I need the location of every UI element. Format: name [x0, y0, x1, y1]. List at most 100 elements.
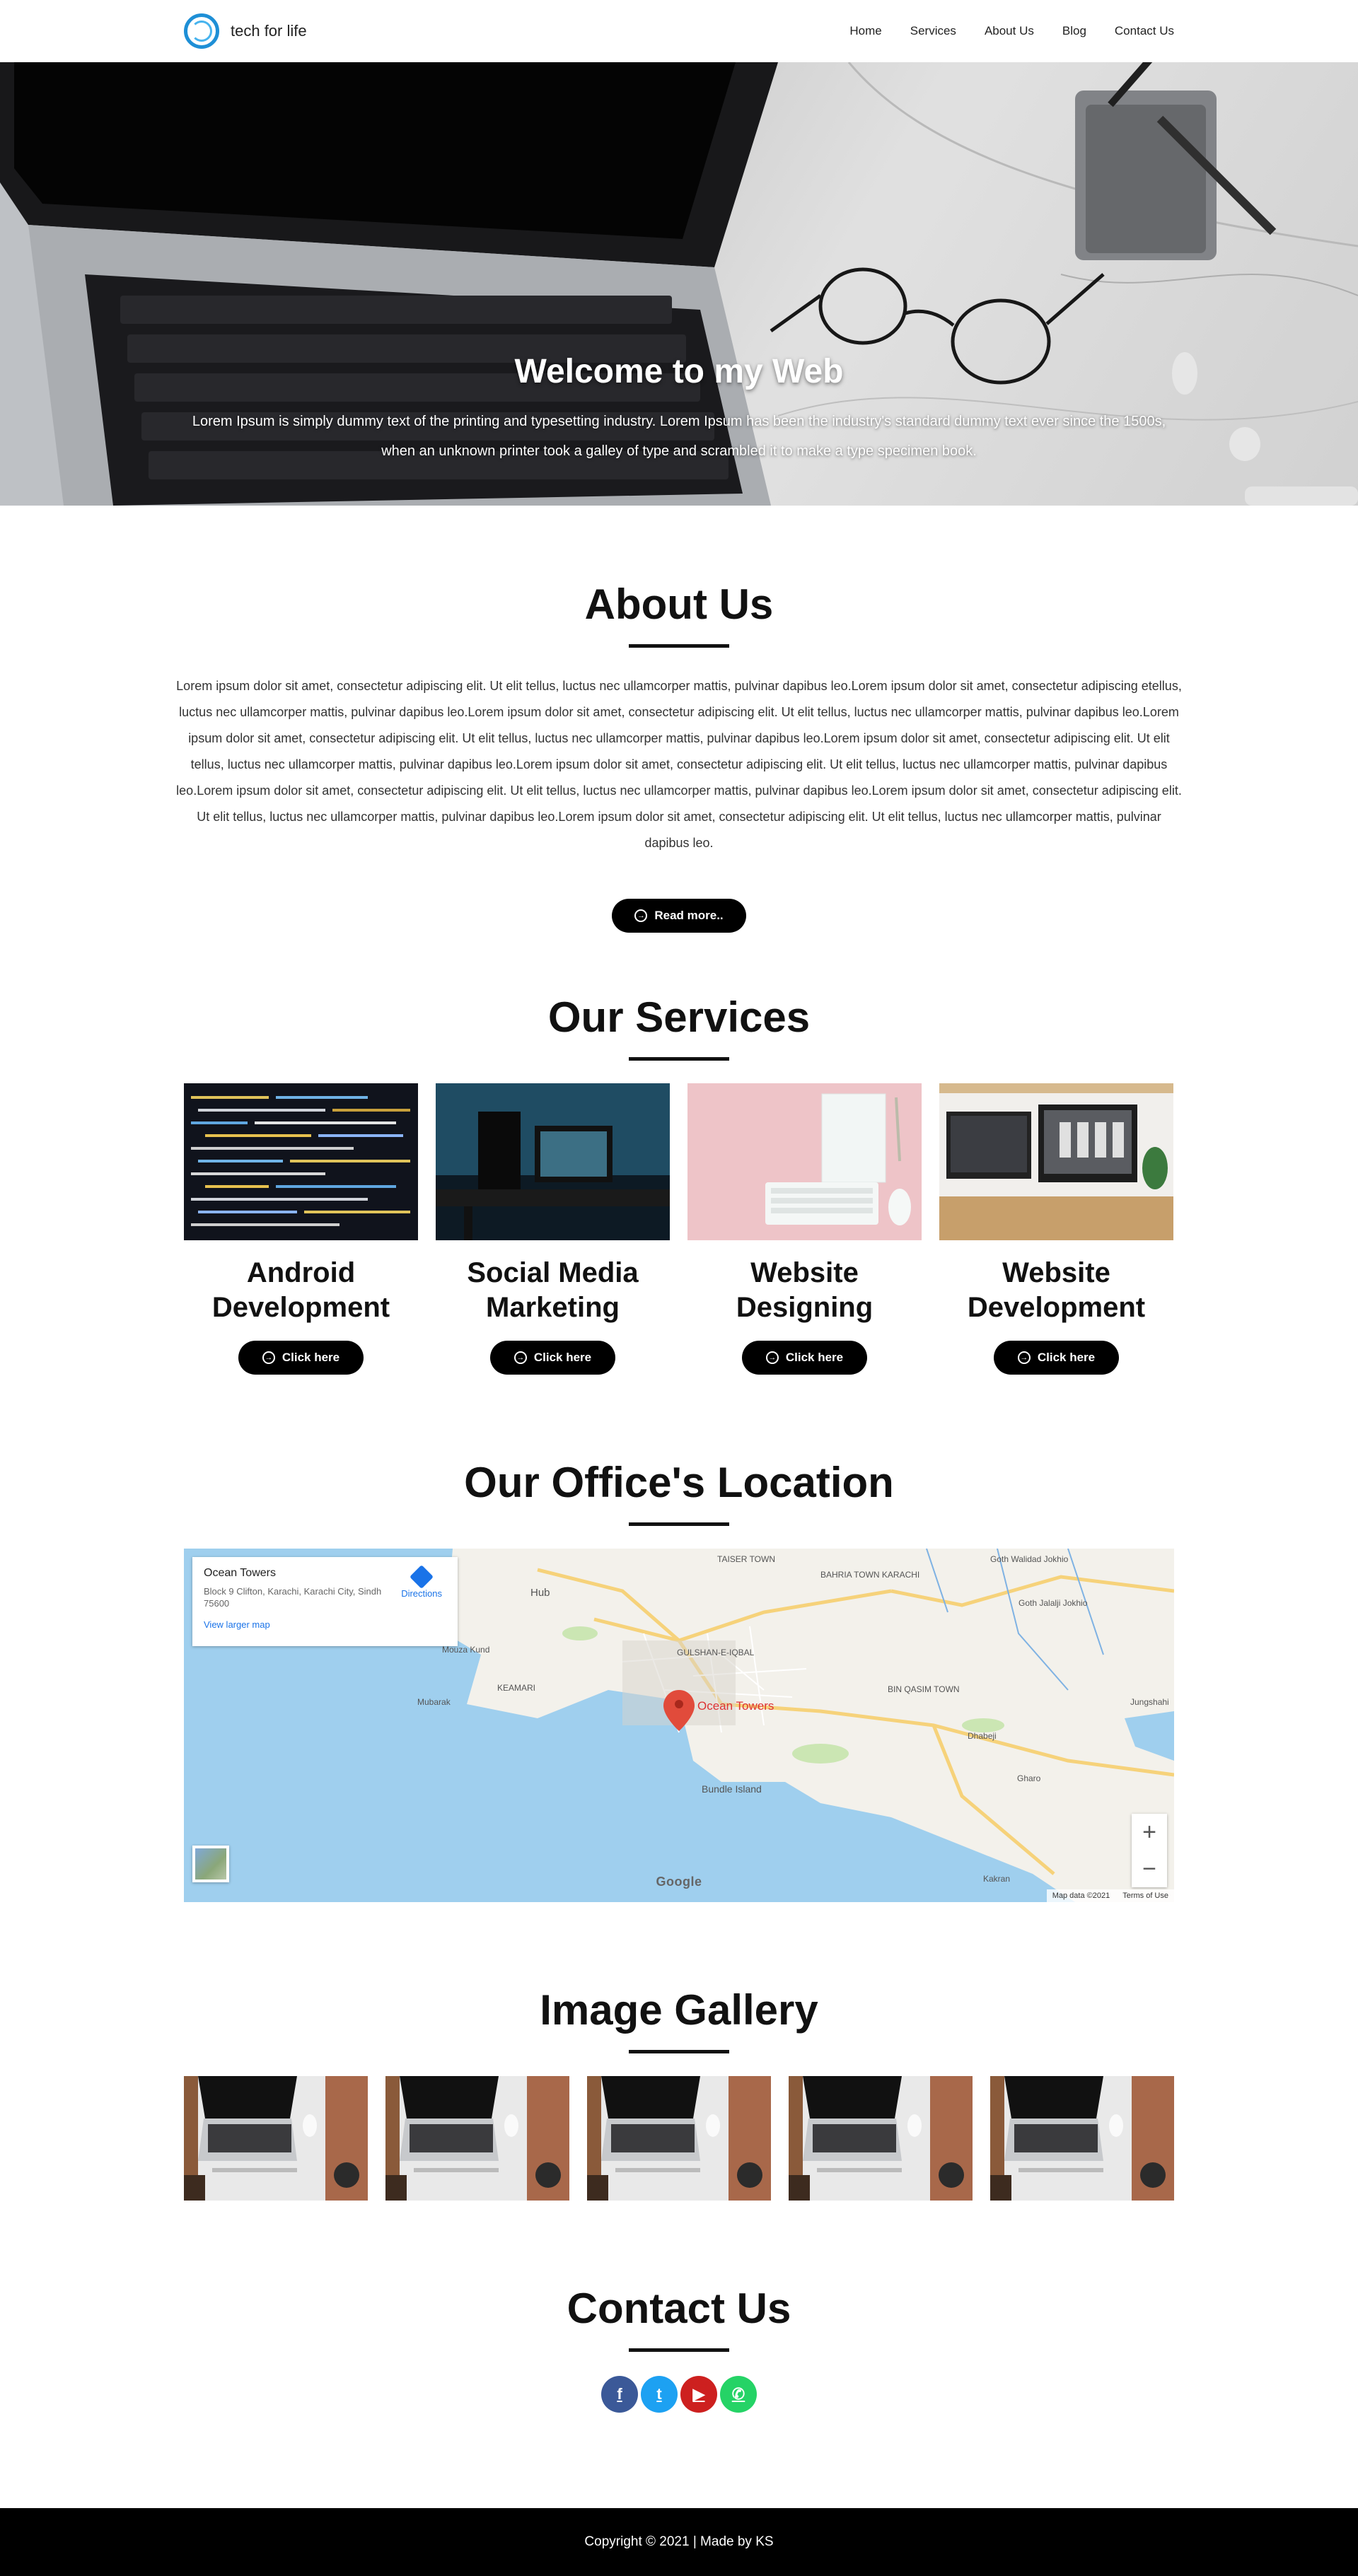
hero-text: Welcome to my Web Lorem Ipsum is simply … [0, 352, 1358, 466]
hero-banner: Welcome to my Web Lorem Ipsum is simply … [0, 62, 1358, 506]
about-title: About Us [584, 581, 774, 628]
map-label: Kakran [983, 1874, 1011, 1884]
click-here-label: Click here [785, 1351, 844, 1364]
google-logo: Google [656, 1875, 702, 1889]
read-more-button[interactable]: → Read more.. [612, 899, 746, 933]
satellite-thumbnail [195, 1848, 226, 1879]
logo-icon [184, 13, 219, 49]
gallery-image[interactable] [385, 2076, 569, 2201]
arrow-circle-icon: → [513, 1351, 527, 1364]
map-label: GULSHAN-E-IQBAL [677, 1648, 755, 1657]
office-title: Our Office's Location [464, 1459, 894, 1506]
google-map[interactable]: Ocean Towers TAISER TOWN BAHRIA TOWN KAR… [184, 1549, 1174, 1902]
map-attribution: Map data ©2021 Terms of Use [1046, 1889, 1174, 1902]
map-label: BIN QASIM TOWN [888, 1684, 960, 1694]
about-section: About Us Lorem ipsum dolor sit amet, con… [0, 506, 1358, 933]
map-label: TAISER TOWN [717, 1554, 776, 1564]
zoom-out-button[interactable]: − [1132, 1851, 1167, 1887]
service-image-office [939, 1083, 1173, 1240]
map-label: Hub [530, 1587, 550, 1599]
zoom-control: + − [1132, 1814, 1167, 1887]
services-section: Our Services Android Development → Click… [0, 933, 1358, 1375]
map-label: KEAMARI [497, 1683, 536, 1693]
map-label: Dhabeji [968, 1731, 997, 1741]
site-footer: Copyright © 2021 | Made by KS [0, 2508, 1358, 2576]
youtube-icon[interactable]: ▶ [680, 2376, 717, 2413]
map-label: Mouza Kund [442, 1645, 490, 1655]
map-info-card: Ocean Towers Block 9 Clifton, Karachi, K… [192, 1557, 458, 1646]
arrow-circle-icon: → [1017, 1351, 1031, 1364]
office-section: Our Office's Location Ocean Towers TAISE… [0, 1375, 1358, 1902]
title-divider [629, 1057, 729, 1061]
click-here-button[interactable]: → Click here [993, 1341, 1120, 1375]
nav-blog[interactable]: Blog [1062, 24, 1086, 38]
click-here-label: Click here [533, 1351, 592, 1364]
gallery-title: Image Gallery [540, 1986, 818, 2034]
contact-title: Contact Us [567, 2285, 791, 2332]
copyright-text: Copyright © 2021 | Made by KS [584, 2534, 774, 2549]
arrow-circle-icon: → [765, 1351, 779, 1364]
read-more-label: Read more.. [654, 909, 724, 922]
map-label: Gharo [1017, 1773, 1041, 1783]
nav-contact-us[interactable]: Contact Us [1115, 24, 1174, 38]
site-header: tech for life Home Services About Us Blo… [0, 0, 1358, 62]
arrow-circle-icon: → [634, 909, 648, 922]
whatsapp-icon[interactable]: ✆ [720, 2376, 757, 2413]
directions-icon [410, 1565, 434, 1589]
click-here-label: Click here [1037, 1351, 1096, 1364]
brand-name: tech for life [231, 22, 307, 40]
service-image-desk [436, 1083, 670, 1240]
service-image-workspace [687, 1083, 922, 1240]
service-name: Social Media Marketing [467, 1257, 639, 1323]
terms-link[interactable]: Terms of Use [1122, 1892, 1168, 1900]
facebook-icon[interactable]: f [601, 2376, 638, 2413]
title-divider [629, 644, 729, 648]
map-label: Goth Walidad Jokhio [990, 1554, 1069, 1564]
service-name: Website Development [967, 1257, 1146, 1323]
map-address: Block 9 Clifton, Karachi, Karachi City, … [204, 1586, 382, 1609]
click-here-label: Click here [282, 1351, 340, 1364]
hero-subtitle: Lorem Ipsum is simply dummy text of the … [192, 414, 1166, 459]
directions-button[interactable]: Directions [401, 1565, 442, 1599]
brand[interactable]: tech for life [184, 13, 307, 49]
service-name: Android Development [211, 1257, 390, 1323]
map-data-text: Map data ©2021 [1052, 1892, 1110, 1900]
map-label: Jungshahi [1130, 1697, 1169, 1707]
title-divider [629, 1522, 729, 1526]
hero-title: Welcome to my Web [514, 353, 844, 390]
view-larger-map-link[interactable]: View larger map [204, 1619, 446, 1630]
service-card: Website Development → Click here [939, 1083, 1173, 1375]
gallery-image[interactable] [184, 2076, 368, 2201]
service-card: Android Development → Click here [184, 1083, 418, 1375]
map-label: Bundle Island [702, 1783, 762, 1795]
service-image-code [184, 1083, 418, 1240]
satellite-toggle[interactable] [192, 1846, 229, 1882]
service-name: Website Designing [736, 1257, 874, 1323]
click-here-button[interactable]: → Click here [238, 1341, 364, 1375]
map-label: Goth Jalalji Jokhio [1018, 1598, 1088, 1608]
zoom-in-button[interactable]: + [1132, 1814, 1167, 1851]
contact-section: Contact Us f t ▶ ✆ [0, 2201, 1358, 2413]
service-card: Website Designing → Click here [687, 1083, 922, 1375]
title-divider [629, 2050, 729, 2053]
gallery-section: Image Gallery [0, 1902, 1358, 2201]
twitter-icon[interactable]: t [641, 2376, 678, 2413]
directions-label: Directions [401, 1588, 442, 1599]
map-pin-label: Ocean Towers [697, 1699, 774, 1713]
click-here-button[interactable]: → Click here [741, 1341, 868, 1375]
map-label: BAHRIA TOWN KARACHI [820, 1570, 920, 1580]
service-card: Social Media Marketing → Click here [436, 1083, 670, 1375]
title-divider [629, 2348, 729, 2352]
nav-home[interactable]: Home [849, 24, 881, 38]
gallery-image[interactable] [587, 2076, 771, 2201]
arrow-circle-icon: → [262, 1351, 275, 1364]
map-label: Mubarak [417, 1697, 451, 1707]
gallery-image[interactable] [789, 2076, 973, 2201]
nav-services[interactable]: Services [910, 24, 956, 38]
main-nav: Home Services About Us Blog Contact Us [849, 24, 1174, 38]
about-text: Lorem ipsum dolor sit amet, consectetur … [176, 679, 1182, 850]
services-title: Our Services [547, 993, 811, 1041]
click-here-button[interactable]: → Click here [489, 1341, 616, 1375]
nav-about-us[interactable]: About Us [985, 24, 1034, 38]
gallery-image[interactable] [990, 2076, 1174, 2201]
